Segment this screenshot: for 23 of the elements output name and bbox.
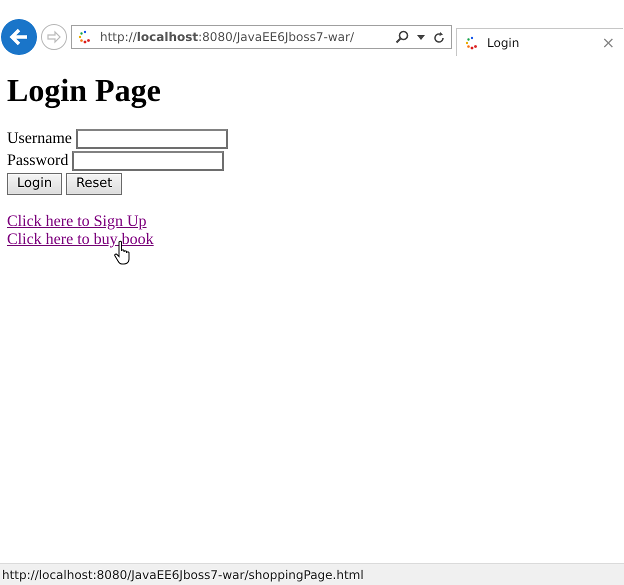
address-text: http://localhost:8080/JavaEE6Jboss7-war/ [100,29,356,46]
form-button[interactable]: Login [7,173,62,195]
input-field[interactable] [76,129,228,149]
browser-tab[interactable]: Login × [456,28,623,56]
page-heading: Login Page [7,72,161,108]
link[interactable]: Click here to buy book [7,231,154,249]
back-button[interactable] [1,19,37,55]
close-button[interactable]: × [602,34,615,50]
search-icon[interactable] [395,30,409,44]
field-label: Password [7,151,68,171]
dropdown-icon[interactable] [417,34,425,40]
status-text: http://localhost:8080/JavaEE6Jboss7-war/shoppingPage.html [2,566,364,584]
refresh-icon[interactable] [433,30,445,44]
loading-icon [78,30,92,44]
loading-icon [465,36,479,50]
field-label: Username [7,129,72,149]
input-field[interactable] [72,151,224,171]
tab-title: Login [487,34,520,52]
right-arrow-icon [46,30,62,44]
left-arrow-icon [8,26,30,48]
form-button[interactable]: Reset [66,173,122,195]
address-bar[interactable]: http://localhost:8080/JavaEE6Jboss7-war/ [71,25,452,49]
link[interactable]: Click here to Sign Up [7,213,154,231]
